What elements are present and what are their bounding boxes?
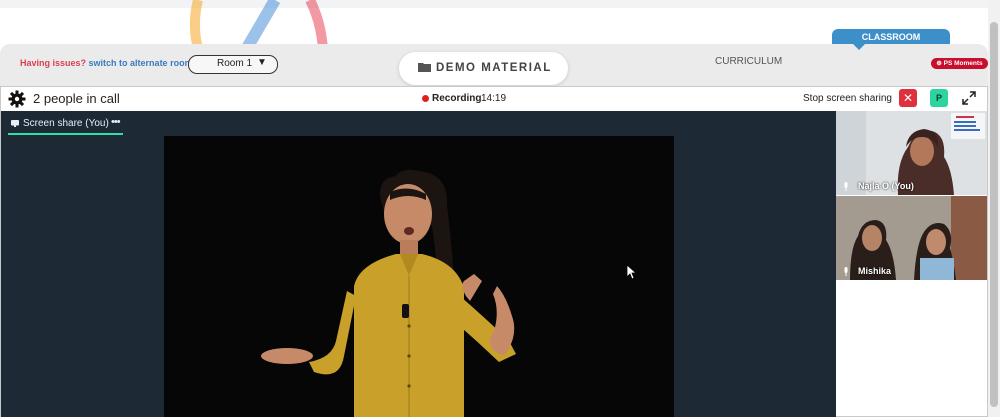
- folder-icon: [418, 63, 431, 72]
- shared-video: [164, 136, 674, 417]
- demo-material-button[interactable]: DEMO MATERIAL: [399, 52, 568, 85]
- stop-sharing-label: Stop screen sharing: [803, 93, 892, 104]
- recording-time: 14:19: [481, 93, 507, 104]
- gear-icon[interactable]: [8, 90, 26, 108]
- more-options-icon[interactable]: •••: [111, 116, 121, 128]
- dropdown-arrow-icon: ▼: [257, 57, 267, 68]
- presenter-video-image: [164, 136, 674, 417]
- browser-top-strip: [0, 0, 988, 8]
- close-icon: ✕: [902, 91, 914, 105]
- microphone-icon: [844, 182, 848, 191]
- switch-room-link[interactable]: switch to alternate room: [89, 58, 193, 68]
- people-count: 2 people in call: [33, 91, 120, 106]
- issues-message: Having issues? switch to alternate room: [20, 58, 193, 68]
- stop-sharing-button[interactable]: ✕: [899, 89, 917, 107]
- screen-share-icon: [11, 120, 19, 127]
- recording-dot-icon: [422, 95, 429, 102]
- room-select[interactable]: Room 1 ▼: [188, 55, 278, 74]
- tab-pointer: [853, 44, 865, 50]
- ps-moments-label: PS Moments: [943, 60, 983, 67]
- p-button[interactable]: P: [930, 89, 948, 107]
- tab-classroom[interactable]: CLASSROOM: [832, 29, 950, 50]
- microphone-icon: [844, 267, 848, 276]
- scrollbar-thumb[interactable]: [990, 22, 998, 407]
- mouse-cursor-icon: [627, 265, 637, 279]
- participant-name: Najla O (You): [858, 181, 914, 191]
- active-tab-underline: [8, 133, 123, 135]
- recording-label: Recording: [432, 93, 482, 104]
- issues-text: Having issues?: [20, 58, 87, 68]
- plus-icon: ⊕: [936, 60, 942, 67]
- tab-curriculum[interactable]: CURRICULUM: [715, 56, 782, 67]
- participant-name: Mishika: [858, 266, 892, 276]
- participant-tile[interactable]: Najla O (You): [836, 111, 987, 195]
- tab-classroom-label: CLASSROOM: [861, 32, 921, 42]
- expand-icon[interactable]: [960, 89, 978, 107]
- participant-tile[interactable]: Mishika: [836, 196, 987, 280]
- room-select-value: Room 1: [217, 58, 253, 69]
- ps-moments-badge[interactable]: ⊕ PS Moments: [931, 58, 988, 69]
- screen-share-label: Screen share (You): [23, 118, 109, 129]
- demo-material-label: DEMO MATERIAL: [436, 62, 552, 74]
